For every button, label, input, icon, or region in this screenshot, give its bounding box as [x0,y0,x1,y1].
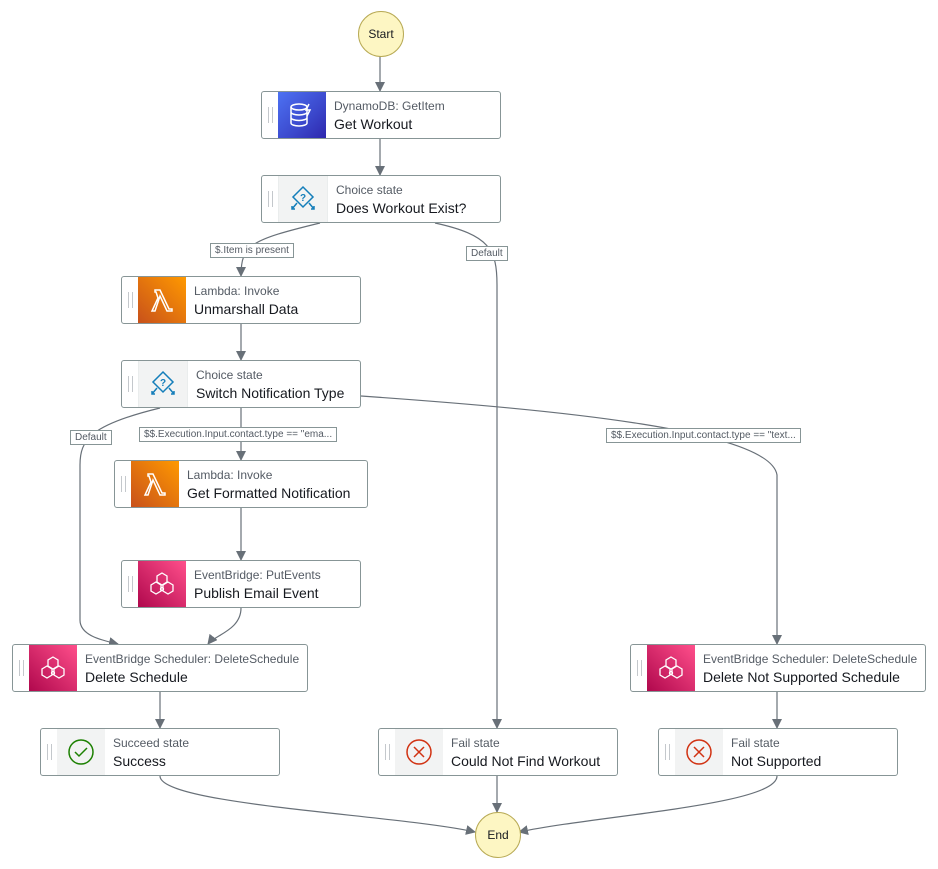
state-name: Delete Schedule [85,668,188,685]
state-name: Success [113,752,166,769]
drag-handle-icon[interactable] [13,645,29,691]
state-name: Publish Email Event [194,584,319,601]
state-could-not-find-workout[interactable]: Fail state Could Not Find Workout [378,728,618,776]
eventbridge-icon [29,645,77,691]
state-name: Does Workout Exist? [336,199,467,216]
edge-arrow [207,607,242,645]
state-does-workout-exist[interactable]: ? Choice state Does Workout Exist? [261,175,501,223]
drag-handle-icon[interactable] [659,729,675,775]
start-node[interactable]: Start [358,11,404,57]
state-name: Switch Notification Type [196,384,345,401]
dynamodb-icon [278,92,326,138]
drag-handle-icon[interactable] [379,729,395,775]
end-node[interactable]: End [475,812,521,858]
state-name: Unmarshall Data [194,300,299,317]
drag-handle-icon[interactable] [122,561,138,607]
state-type: EventBridge Scheduler: DeleteSchedule [703,651,918,666]
state-delete-not-supported-schedule[interactable]: EventBridge Scheduler: DeleteSchedule Del… [630,644,926,692]
fail-icon [675,729,723,775]
state-get-workout[interactable]: DynamoDB: GetItem Get Workout [261,91,501,139]
state-name: Not Supported [731,752,822,769]
svg-text:?: ? [300,193,306,204]
edge-label-text: $$.Execution.Input.contact.type == "text… [606,428,801,443]
state-type: Lambda: Invoke [194,283,280,298]
drag-handle-icon[interactable] [262,176,278,222]
edge-label-default-1: Default [466,246,508,261]
state-name: Delete Not Supported Schedule [703,668,900,685]
lambda-icon [131,461,179,507]
edge-label-default-2: Default [70,430,112,445]
state-success[interactable]: Succeed state Success [40,728,280,776]
edge-arrow [518,775,778,836]
state-type: Succeed state [113,735,190,750]
state-name: Get Formatted Notification [187,484,351,501]
state-type: EventBridge Scheduler: DeleteSchedule [85,651,300,666]
state-type: Choice state [336,182,403,197]
state-unmarshall-data[interactable]: Lambda: Invoke Unmarshall Data [121,276,361,324]
choice-icon: ? [138,361,188,407]
state-delete-schedule[interactable]: EventBridge Scheduler: DeleteSchedule Del… [12,644,308,692]
drag-handle-icon[interactable] [122,361,138,407]
succeed-icon [57,729,105,775]
eventbridge-icon [647,645,695,691]
edge-arrow [434,222,502,729]
drag-handle-icon[interactable] [262,92,278,138]
workflow-graph: Start End DynamoDB: GetItem Get Workout? C… [0,0,938,869]
state-name: Get Workout [334,115,413,132]
drag-handle-icon[interactable] [122,277,138,323]
edge-arrow [159,775,476,835]
state-type: EventBridge: PutEvents [194,567,321,582]
drag-handle-icon[interactable] [41,729,57,775]
svg-text:?: ? [160,378,166,389]
drag-handle-icon[interactable] [115,461,131,507]
lambda-icon [138,277,186,323]
eventbridge-icon [138,561,186,607]
state-type: DynamoDB: GetItem [334,98,445,113]
state-type: Fail state [451,735,500,750]
state-type: Choice state [196,367,263,382]
drag-handle-icon[interactable] [631,645,647,691]
state-get-formatted-notification[interactable]: Lambda: Invoke Get Formatted Notification [114,460,368,508]
state-publish-email-event[interactable]: EventBridge: PutEvents Publish Email Even… [121,560,361,608]
state-name: Could Not Find Workout [451,752,601,769]
state-switch-notification-type[interactable]: ? Choice state Switch Notification Type [121,360,361,408]
edge-label-email: $$.Execution.Input.contact.type == "ema.… [139,427,338,442]
state-type: Lambda: Invoke [187,467,273,482]
choice-icon: ? [278,176,328,222]
state-not-supported[interactable]: Fail state Not Supported [658,728,898,776]
edge-label-item-present: $.Item is present [210,243,294,258]
fail-icon [395,729,443,775]
state-type: Fail state [731,735,780,750]
